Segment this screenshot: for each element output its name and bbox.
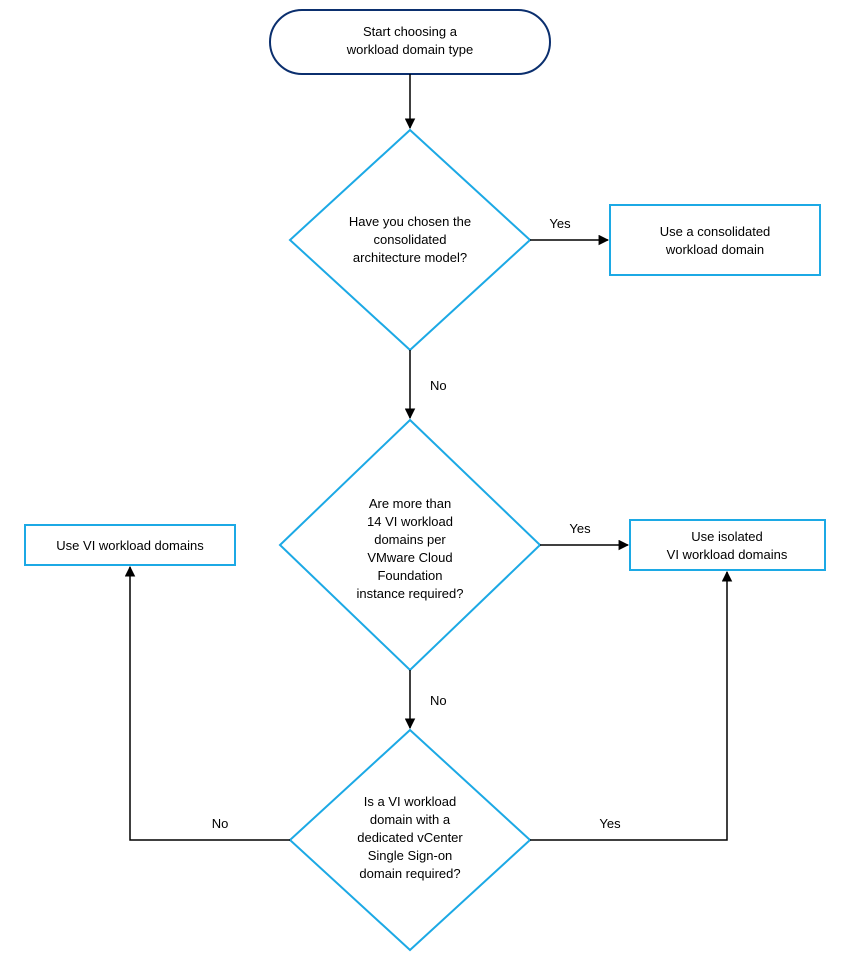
node-d1-line3: architecture model? <box>353 250 467 265</box>
node-d2-line5: Foundation <box>377 568 442 583</box>
node-r2right-line2: VI workload domains <box>667 547 788 562</box>
node-d2-line2: 14 VI workload <box>367 514 453 529</box>
node-r1-line1: Use a consolidated <box>660 224 771 239</box>
node-d2: Are more than 14 VI workload domains per… <box>280 420 540 670</box>
node-r2left-line1: Use VI workload domains <box>56 538 204 553</box>
node-d2-line4: VMware Cloud <box>367 550 452 565</box>
node-start: Start choosing a workload domain type <box>270 10 550 74</box>
edge-d3-no <box>130 567 290 840</box>
label-d3-yes: Yes <box>599 816 621 831</box>
label-d1-yes: Yes <box>549 216 571 231</box>
node-d1: Have you chosen the consolidated archite… <box>290 130 530 350</box>
flowchart-canvas: Start choosing a workload domain type Ha… <box>0 0 845 957</box>
node-start-line1: Start choosing a <box>363 24 458 39</box>
edge-d3-yes <box>530 572 727 840</box>
node-d3-line2: domain with a <box>370 812 451 827</box>
node-start-line2: workload domain type <box>346 42 473 57</box>
node-d1-line1: Have you chosen the <box>349 214 471 229</box>
node-d3-line3: dedicated vCenter <box>357 830 463 845</box>
node-r1-line2: workload domain <box>665 242 764 257</box>
label-d2-no: No <box>430 693 447 708</box>
node-r2left: Use VI workload domains <box>25 525 235 565</box>
node-d2-line6: instance required? <box>357 586 464 601</box>
node-r2right: Use isolated VI workload domains <box>630 520 825 570</box>
label-d1-no: No <box>430 378 447 393</box>
node-d3-line1: Is a VI workload <box>364 794 457 809</box>
label-d2-yes: Yes <box>569 521 591 536</box>
node-d3-line5: domain required? <box>359 866 460 881</box>
node-r1: Use a consolidated workload domain <box>610 205 820 275</box>
node-d3-line4: Single Sign-on <box>368 848 453 863</box>
node-d2-line1: Are more than <box>369 496 451 511</box>
label-d3-no: No <box>212 816 229 831</box>
node-d3: Is a VI workload domain with a dedicated… <box>290 730 530 950</box>
node-d1-line2: consolidated <box>374 232 447 247</box>
node-r2right-line1: Use isolated <box>691 529 763 544</box>
node-d2-line3: domains per <box>374 532 446 547</box>
